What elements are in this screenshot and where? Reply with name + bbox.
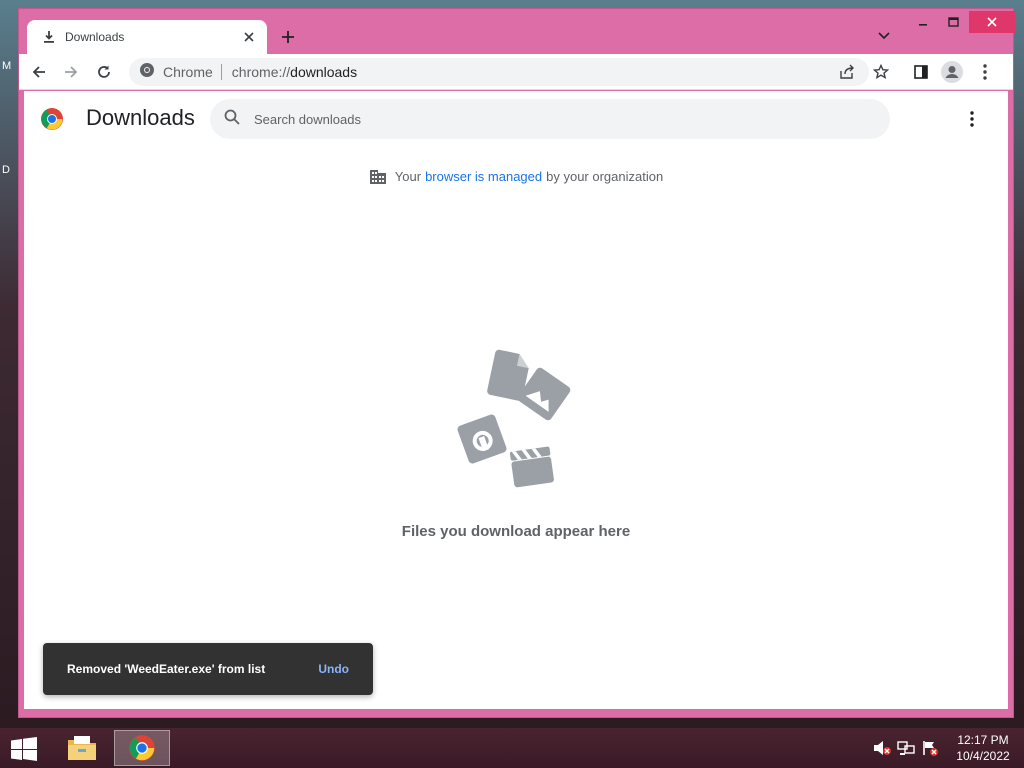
url-path: downloads: [290, 64, 358, 80]
browser-toolbar: Chrome chrome://downloads: [19, 54, 1013, 90]
search-icon: [224, 109, 240, 130]
empty-downloads-illustration: [444, 339, 594, 499]
close-tab-icon[interactable]: [241, 29, 257, 45]
chrome-site-icon: [139, 62, 155, 83]
profile-avatar-icon[interactable]: [940, 60, 964, 84]
reload-button[interactable]: [92, 60, 116, 84]
managed-notice: Your browser is managed by your organiza…: [24, 167, 1008, 185]
page-title: Downloads: [86, 105, 195, 130]
chrome-taskbar-icon[interactable]: [114, 730, 170, 766]
action-center-flag-icon[interactable]: [921, 740, 939, 756]
close-window-button[interactable]: [969, 11, 1015, 33]
search-downloads-input[interactable]: [254, 111, 854, 127]
desktop-edge-glyph: M: [2, 60, 12, 72]
clock-time: 12:17 PM: [957, 733, 1009, 747]
building-icon: [369, 167, 387, 185]
search-box[interactable]: [210, 99, 890, 139]
forward-button[interactable]: [59, 60, 83, 84]
title-bar: Downloads: [19, 9, 1015, 55]
system-clock[interactable]: 12:17 PM 10/4/2022: [950, 732, 1016, 764]
maximize-button[interactable]: [937, 11, 969, 33]
downloads-page: Downloads Your browser is managed by you…: [24, 91, 1008, 709]
volume-muted-icon[interactable]: [873, 740, 891, 756]
url-scheme: chrome://: [231, 64, 291, 80]
side-panel-icon[interactable]: [909, 60, 933, 84]
download-icon: [41, 29, 57, 45]
managed-link[interactable]: browser is managed: [425, 169, 542, 184]
windows-start-icon[interactable]: [8, 736, 40, 762]
address-bar[interactable]: Chrome chrome://downloads: [129, 58, 869, 86]
tab-search-chevron-icon[interactable]: [875, 29, 893, 43]
chrome-logo-icon: [40, 107, 64, 131]
more-actions-icon[interactable]: [960, 107, 984, 131]
file-explorer-taskbar-icon[interactable]: [54, 730, 110, 766]
new-tab-button[interactable]: [277, 26, 299, 48]
taskbar: 12:17 PM 10/4/2022: [0, 728, 1024, 768]
page-header: Downloads: [24, 91, 1008, 147]
network-icon[interactable]: [897, 740, 915, 756]
bookmark-star-icon[interactable]: [869, 60, 893, 84]
omnibox-divider: [220, 64, 222, 80]
clock-date: 10/4/2022: [956, 749, 1010, 763]
desktop-edge-glyph: D: [2, 164, 10, 176]
tab-title: Downloads: [65, 30, 125, 44]
back-button[interactable]: [27, 60, 51, 84]
undo-button[interactable]: Undo: [318, 662, 349, 676]
empty-message: Files you download appear here: [401, 523, 631, 540]
browser-window: Downloads Chrome chrome://downloads Down…: [18, 8, 1015, 718]
site-label: Chrome: [163, 64, 213, 80]
toast-message: Removed 'WeedEater.exe' from list: [67, 662, 266, 676]
url-text: chrome://downloads: [232, 64, 357, 80]
managed-suffix: by your organization: [546, 168, 664, 184]
minimize-button[interactable]: [907, 11, 939, 33]
menu-kebab-icon[interactable]: [973, 60, 997, 84]
managed-prefix: Your: [394, 168, 422, 184]
share-icon[interactable]: [835, 60, 859, 84]
tab-downloads[interactable]: Downloads: [27, 20, 267, 54]
removed-toast: Removed 'WeedEater.exe' from list Undo: [43, 643, 373, 695]
